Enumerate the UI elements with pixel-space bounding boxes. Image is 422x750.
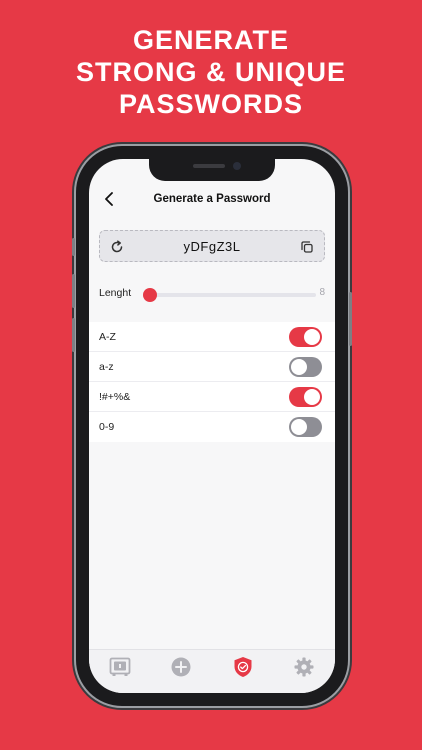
copy-button[interactable] <box>299 239 315 255</box>
toggle-lowercase[interactable] <box>289 356 322 377</box>
toggle-knob <box>291 358 307 375</box>
volume-down-button <box>72 318 75 352</box>
phone-frame: Generate a Password yDFgZ3L Lenght 8 A-Z… <box>72 146 352 706</box>
mute-switch <box>72 238 75 256</box>
toggle-digits[interactable] <box>289 417 322 437</box>
headline-line-3: PASSWORDS <box>118 89 303 119</box>
refresh-icon <box>111 240 123 253</box>
headline-line-2: STRONG & UNIQUE <box>75 57 346 87</box>
tab-settings[interactable] <box>286 655 322 679</box>
promo-headline: GENERATE STRONG & UNIQUE PASSWORDS <box>0 24 422 120</box>
length-label: Lenght <box>99 287 132 299</box>
tab-bar <box>89 649 335 693</box>
character-options-list: A-Z a-z !#+%& 0-9 <box>89 322 335 442</box>
slider-thumb[interactable] <box>143 288 157 302</box>
toggle-uppercase[interactable] <box>289 326 322 347</box>
front-camera <box>233 162 241 170</box>
gear-icon <box>294 657 314 677</box>
option-row-lowercase: a-z <box>89 352 335 382</box>
option-row-symbols: !#+%& <box>89 382 335 412</box>
tab-vault[interactable] <box>102 655 138 679</box>
copy-icon <box>301 241 313 253</box>
power-button <box>349 292 352 346</box>
notch <box>149 159 275 181</box>
volume-up-button <box>72 274 75 308</box>
toggle-knob <box>304 388 320 405</box>
option-row-uppercase: A-Z <box>89 322 335 352</box>
tab-generator[interactable] <box>225 655 261 679</box>
speaker-grille <box>193 164 225 168</box>
length-value: 8 <box>319 287 325 298</box>
option-label-symbols: !#+%& <box>99 390 131 403</box>
headline-line-1: GENERATE <box>132 25 289 55</box>
toggle-knob <box>304 328 320 345</box>
chevron-left-icon <box>105 192 113 206</box>
back-button[interactable] <box>97 187 121 211</box>
page-title: Generate a Password <box>153 193 271 205</box>
navigation-bar: Generate a Password <box>89 181 335 217</box>
plus-circle-icon <box>171 657 191 677</box>
tab-add[interactable] <box>163 655 199 679</box>
app-screen: Generate a Password yDFgZ3L Lenght 8 A-Z… <box>89 159 335 693</box>
option-label-digits: 0-9 <box>99 421 115 433</box>
toggle-symbols[interactable] <box>289 386 322 407</box>
length-row: Lenght 8 <box>99 284 325 304</box>
refresh-button[interactable] <box>109 239 125 255</box>
shield-check-icon <box>234 657 252 677</box>
length-slider[interactable] <box>143 288 316 302</box>
option-row-digits: 0-9 <box>89 412 335 442</box>
option-label-uppercase: A-Z <box>99 330 116 343</box>
toggle-knob <box>291 419 307 435</box>
generated-password-box: yDFgZ3L <box>99 230 325 262</box>
password-value: yDFgZ3L <box>183 238 241 254</box>
option-label-lowercase: a-z <box>99 360 114 373</box>
vault-icon <box>109 657 131 676</box>
